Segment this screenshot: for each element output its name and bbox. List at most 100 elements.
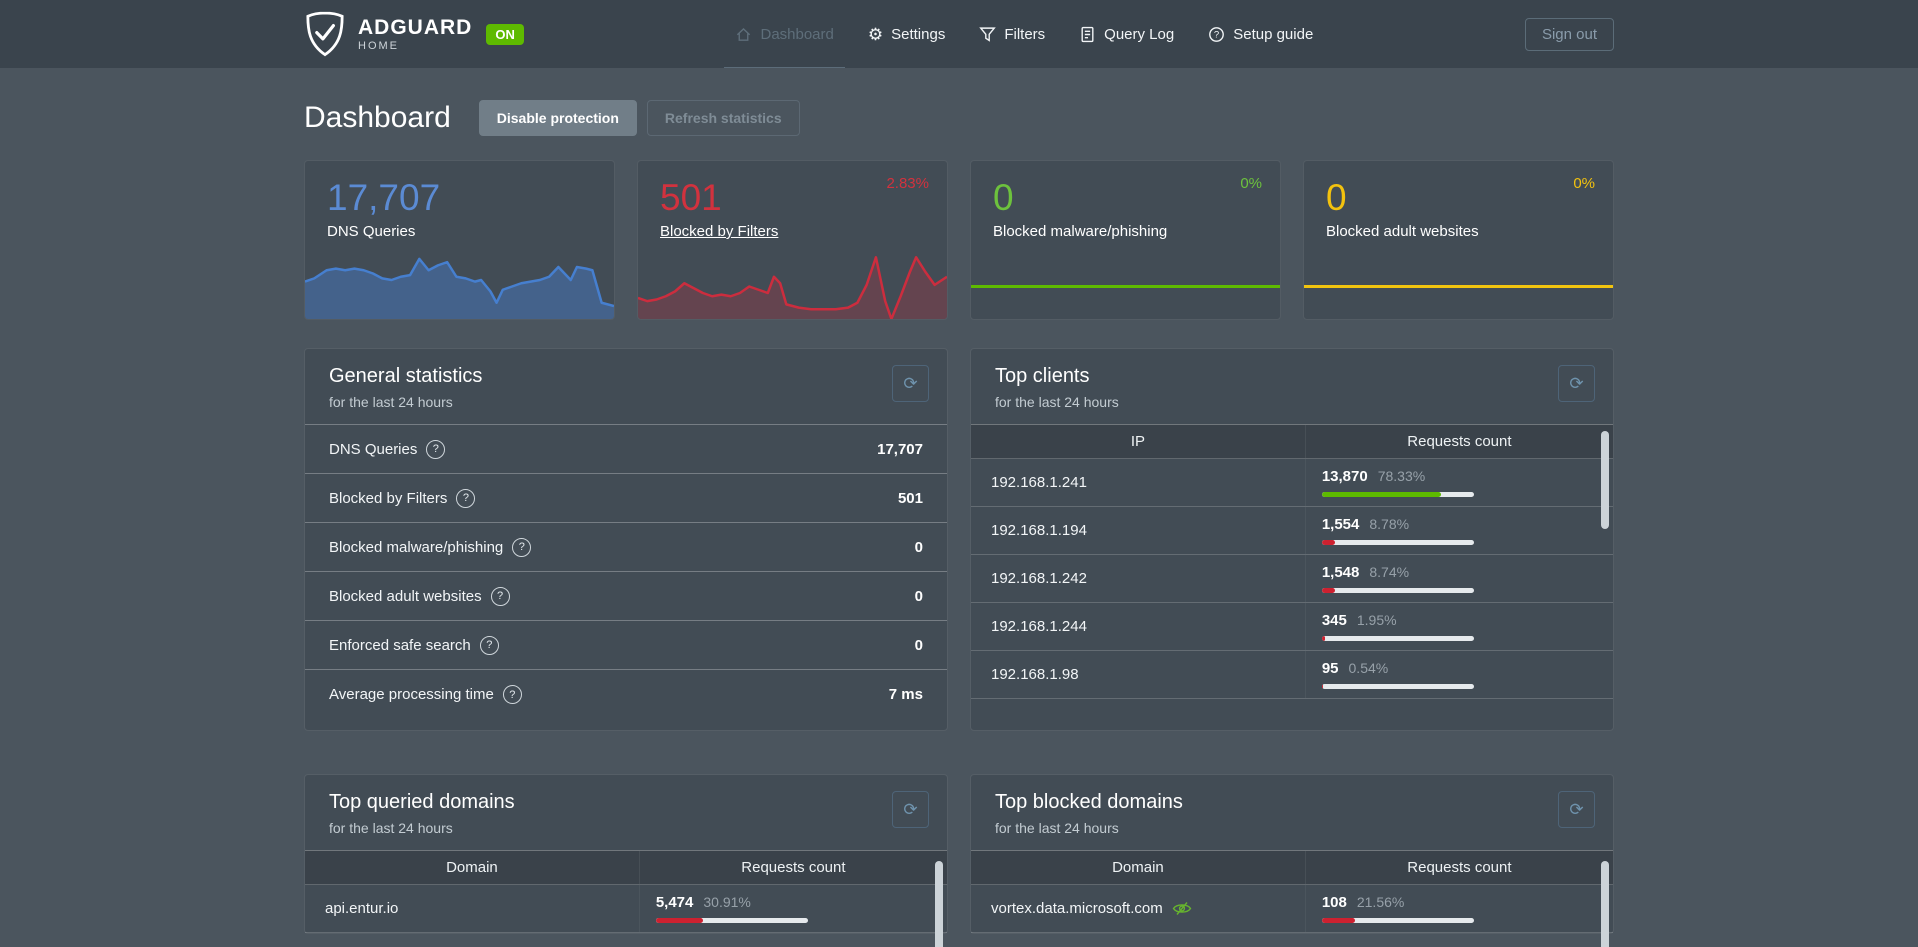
sign-out-button[interactable]: Sign out	[1525, 18, 1614, 51]
nav-item-setup-guide[interactable]: ? Setup guide	[1191, 0, 1330, 68]
request-count: 5,474	[656, 894, 694, 911]
panel-subtitle: for the last 24 hours	[329, 820, 923, 836]
request-percent: 78.33%	[1378, 468, 1425, 484]
card-label: DNS Queries	[327, 223, 614, 240]
panel-subtitle: for the last 24 hours	[329, 394, 923, 410]
table-row: vortex.data.microsoft.com 108 21.56%	[971, 885, 1613, 933]
column-header-requests: Requests count	[1305, 851, 1613, 884]
stats-row: Enforced safe search? 0	[305, 621, 947, 670]
column-header-ip: IP	[971, 425, 1305, 458]
stats-label: Enforced safe search	[329, 637, 471, 654]
card-delta: 0%	[1573, 175, 1595, 192]
panel-title: Top queried domains	[329, 791, 923, 814]
question-circle-icon: ?	[1208, 26, 1225, 43]
progress-bar	[656, 918, 808, 923]
card-label: Blocked adult websites	[1326, 223, 1613, 240]
request-percent: 1.95%	[1357, 612, 1397, 628]
help-icon[interactable]: ?	[503, 685, 522, 704]
stats-label: Average processing time	[329, 686, 494, 703]
stats-label: Blocked adult websites	[329, 588, 482, 605]
card-blocked-adult: 0% 0 Blocked adult websites	[1303, 160, 1614, 320]
stats-row: Blocked adult websites? 0	[305, 572, 947, 621]
top-blocked-domains-panel: Top blocked domains for the last 24 hour…	[970, 774, 1614, 934]
nav-item-query-log[interactable]: Query Log	[1062, 0, 1191, 68]
table-row: 192.168.1.242 1,5488.74%	[971, 555, 1613, 603]
column-header-domain: Domain	[971, 851, 1305, 884]
nav-label: Settings	[891, 26, 945, 43]
progress-bar	[1322, 492, 1474, 497]
table-header: Domain Requests count	[305, 850, 947, 885]
column-header-requests: Requests count	[1305, 425, 1613, 458]
panel-title: Top clients	[995, 365, 1589, 388]
request-percent: 30.91%	[703, 894, 750, 910]
client-ip: 192.168.1.241	[971, 459, 1305, 506]
table-row: api.entur.io 5,47430.91%	[305, 885, 947, 933]
card-blocked-malware: 0% 0 Blocked malware/phishing	[970, 160, 1281, 320]
help-icon[interactable]: ?	[491, 587, 510, 606]
client-ip: 192.168.1.98	[971, 651, 1305, 698]
eye-slash-icon	[1172, 901, 1192, 916]
request-percent: 8.78%	[1369, 516, 1409, 532]
dns-queries-sparkline	[305, 254, 614, 319]
help-icon[interactable]: ?	[512, 538, 531, 557]
card-delta: 2.83%	[886, 175, 929, 192]
client-ip: 192.168.1.244	[971, 603, 1305, 650]
stats-row: DNS Queries? 17,707	[305, 425, 947, 474]
nav-label: Query Log	[1104, 26, 1174, 43]
scrollbar-thumb[interactable]	[1601, 431, 1609, 529]
card-label: Blocked malware/phishing	[993, 223, 1280, 240]
domain-name: vortex.data.microsoft.com	[991, 900, 1163, 917]
home-icon	[735, 26, 752, 43]
nav-label: Setup guide	[1233, 26, 1313, 43]
help-icon[interactable]: ?	[456, 489, 475, 508]
column-header-requests: Requests count	[639, 851, 947, 884]
disable-protection-button[interactable]: Disable protection	[479, 100, 637, 136]
panel-subtitle: for the last 24 hours	[995, 394, 1589, 410]
help-icon[interactable]: ?	[480, 636, 499, 655]
progress-bar	[1322, 684, 1474, 689]
nav-item-dashboard[interactable]: Dashboard	[718, 0, 850, 68]
logo-subtitle: HOME	[358, 41, 472, 52]
refresh-panel-button[interactable]: ⟳	[1558, 365, 1595, 402]
refresh-panel-button[interactable]: ⟳	[892, 791, 929, 828]
nav-item-filters[interactable]: Filters	[962, 0, 1062, 68]
top-clients-panel: Top clients for the last 24 hours ⟳ IP R…	[970, 348, 1614, 731]
help-icon[interactable]: ?	[426, 440, 445, 459]
protection-status-badge: ON	[486, 24, 524, 45]
scrollbar-thumb[interactable]	[935, 861, 943, 947]
stats-row: Blocked malware/phishing? 0	[305, 523, 947, 572]
adguard-home-logo: ADGUARD HOME ON	[304, 11, 524, 57]
blocked-malware-sparkline	[971, 254, 1280, 319]
stats-value: 0	[915, 539, 923, 556]
request-count: 95	[1322, 660, 1339, 677]
table-header: Domain Requests count	[971, 850, 1613, 885]
shield-check-icon	[304, 11, 346, 57]
card-blocked-by-filters: 2.83% 501 Blocked by Filters	[637, 160, 948, 320]
card-value: 0	[1326, 177, 1613, 219]
stats-label: DNS Queries	[329, 441, 417, 458]
stats-value: 7 ms	[889, 686, 923, 703]
request-count: 108	[1322, 894, 1347, 911]
request-count: 1,554	[1322, 516, 1360, 533]
request-percent: 21.56%	[1357, 894, 1404, 910]
stats-value: 0	[915, 588, 923, 605]
stats-label: Blocked by Filters	[329, 490, 447, 507]
panel-subtitle: for the last 24 hours	[995, 820, 1589, 836]
nav-item-settings[interactable]: ⚙ Settings	[851, 0, 962, 68]
refresh-statistics-button[interactable]: Refresh statistics	[647, 100, 800, 136]
request-count: 13,870	[1322, 468, 1368, 485]
client-ip: 192.168.1.194	[971, 507, 1305, 554]
panel-title: Top blocked domains	[995, 791, 1589, 814]
progress-bar	[1322, 540, 1474, 545]
funnel-icon	[979, 26, 996, 43]
svg-text:?: ?	[1214, 29, 1219, 40]
main-nav: Dashboard ⚙ Settings Filters Query Log	[718, 0, 1330, 68]
blocked-filters-sparkline	[638, 254, 947, 319]
request-count: 345	[1322, 612, 1347, 629]
stats-row: Blocked by Filters? 501	[305, 474, 947, 523]
blocked-by-filters-link[interactable]: Blocked by Filters	[660, 223, 778, 240]
refresh-panel-button[interactable]: ⟳	[1558, 791, 1595, 828]
refresh-panel-button[interactable]: ⟳	[892, 365, 929, 402]
panel-title: General statistics	[329, 365, 923, 388]
scrollbar-thumb[interactable]	[1601, 861, 1609, 947]
